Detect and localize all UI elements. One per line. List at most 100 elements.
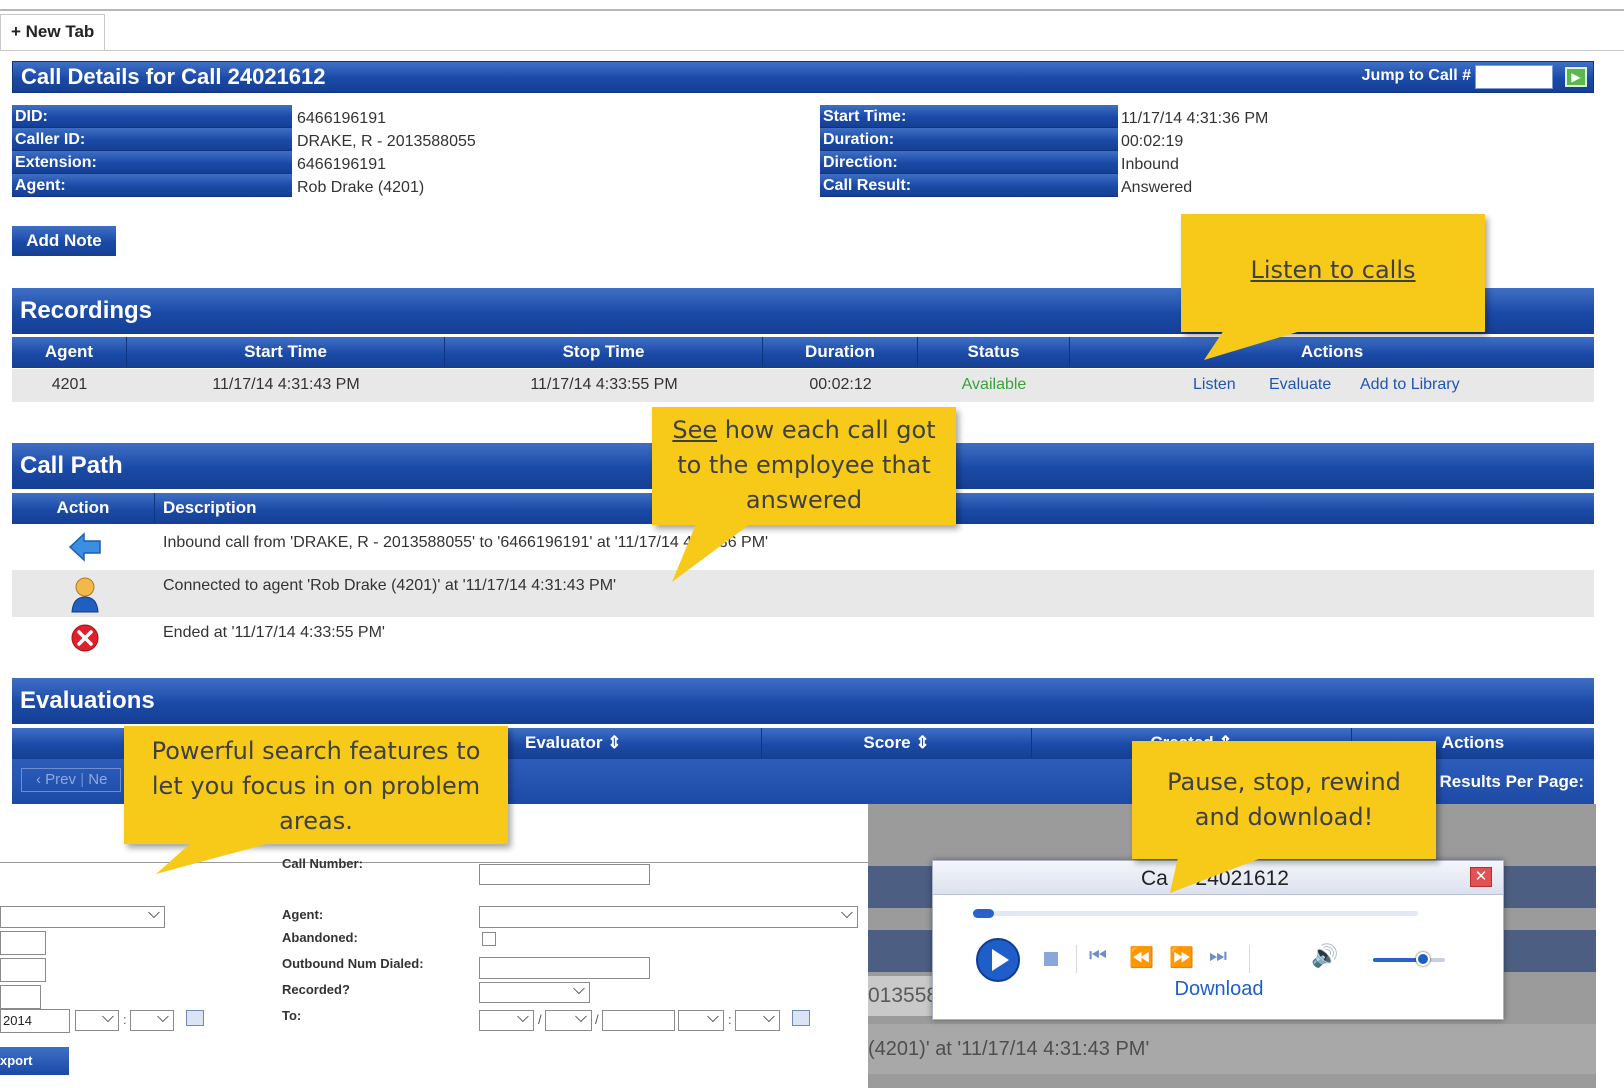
duration-value: 00:02:19 [1121,133,1184,150]
call-result-value: Answered [1121,179,1193,196]
details-left: DID: Caller ID: Extension: Agent: [12,105,292,197]
form-input-left-3[interactable] [0,985,41,1009]
evaluate-link[interactable]: Evaluate [1269,376,1331,394]
callout-player-text: Pause, stop, rewind and download! [1167,768,1401,831]
form-input-left-2[interactable] [0,958,46,982]
to-day-select[interactable] [545,1009,592,1031]
next-button[interactable]: Ne [88,771,107,788]
fast-forward-icon[interactable]: ⏩ [1169,945,1194,970]
skip-back-icon[interactable]: ⏮ [1089,945,1107,968]
col-score[interactable]: Score ⇕ [762,728,1032,758]
col-action: Action [12,493,155,523]
go-arrow-icon[interactable]: ▶ [1565,67,1587,87]
did-label: DID: [12,105,292,128]
recorded-label: Recorded? [282,982,350,997]
col-stop-time[interactable]: Stop Time [445,337,763,367]
details-right-values: 11/17/14 4:31:36 PM 00:02:19 Inbound Ans… [1121,107,1268,199]
end-call-x-icon [71,624,99,652]
callout-player: Pause, stop, rewind and download! [1132,741,1436,859]
time-colon: : [123,1012,127,1027]
col-duration[interactable]: Duration [763,337,918,367]
jump-to-call-input[interactable] [1475,65,1553,89]
skip-forward-icon[interactable]: ⏭ [1209,945,1227,968]
search-form: Call Number: 2014 : xport Agent: Abandon… [0,804,868,1088]
callout-search: Powerful search features to let you focu… [124,726,508,844]
progress-track[interactable] [973,909,1418,918]
stop-icon[interactable] [1044,952,1058,966]
call-number-input[interactable] [479,864,650,885]
close-icon[interactable]: ✕ [1470,867,1492,887]
recording-start: 11/17/14 4:31:43 PM [212,376,360,393]
separator [1249,945,1250,973]
new-tab-button[interactable]: + New Tab [0,14,106,50]
callout-call-path: See how each call got to the employee th… [652,407,956,525]
callout-search-text: Powerful search features to let you focu… [151,737,481,835]
pager: ‹ Prev | Ne [21,768,121,792]
download-link[interactable]: Download [933,978,1505,1001]
agent-value: Rob Drake (4201) [297,179,425,196]
volume-icon[interactable]: 🔊 [1311,943,1338,969]
to-year-input[interactable] [602,1010,675,1031]
evaluations-header: Evaluations [12,678,1594,724]
calendar-icon[interactable] [186,1010,204,1026]
extension-label: Extension: [12,151,292,174]
form-divider [0,862,868,863]
recording-stop: 11/17/14 4:33:55 PM [530,376,678,393]
outbound-input[interactable] [479,957,650,979]
col-status[interactable]: Status [918,337,1070,367]
form-input-left-1[interactable] [0,931,46,955]
add-note-button[interactable]: Add Note [12,226,116,256]
from-minute-select[interactable] [130,1009,174,1031]
volume-fill [1373,952,1431,966]
from-date-input[interactable]: 2014 [0,1009,70,1033]
date-slash: / [538,1012,542,1027]
abandoned-checkbox[interactable] [482,932,496,946]
to-hour-select[interactable] [678,1009,724,1031]
agent-label: Agent: [12,174,292,197]
time-colon: : [728,1012,732,1027]
extension-value: 6466196191 [297,156,386,173]
recordings-columns: Agent Start Time Stop Time Duration Stat… [12,337,1594,368]
agent-label: Agent: [282,907,324,922]
to-label: To: [282,1008,302,1023]
recordings-title: Recordings [20,297,153,324]
call-path-row: Ended at '11/17/14 4:33:55 PM' [12,617,1594,662]
callout-tail [672,524,750,582]
volume-knob[interactable] [1416,952,1431,966]
recording-duration: 00:02:12 [809,376,872,393]
results-per-page-label: Results Per Page: [1439,772,1584,791]
callout-tail [156,842,274,874]
col-start-time[interactable]: Start Time [127,337,445,367]
abandoned-label: Abandoned: [282,930,358,945]
recorded-select[interactable] [479,981,590,1003]
recording-agent: 4201 [51,376,88,393]
col-agent[interactable]: Agent [12,337,127,367]
from-hour-select[interactable] [75,1009,119,1031]
recording-row: 4201 11/17/14 4:31:43 PM 11/17/14 4:33:5… [12,369,1594,402]
form-select-left[interactable] [0,905,165,928]
volume-track[interactable] [1373,952,1445,966]
duration-label: Duration: [820,128,1118,151]
agent-select[interactable] [479,905,858,928]
play-icon[interactable] [975,937,1021,983]
date-slash: / [595,1012,599,1027]
calendar-icon[interactable] [792,1010,810,1026]
listen-link[interactable]: Listen [1193,376,1236,394]
caller-id-value: DRAKE, R - 2013588055 [297,133,476,150]
recording-status: Available [961,376,1027,393]
page-title: Call Details for Call 24021612 [21,64,326,89]
direction-label: Direction: [820,151,1118,174]
call-path-description: Ended at '11/17/14 4:33:55 PM' [163,624,385,641]
to-minute-select[interactable] [735,1009,780,1031]
call-path-title: Call Path [20,452,123,479]
prev-button[interactable]: ‹ Prev [36,771,76,788]
export-button[interactable]: xport [0,1047,69,1075]
callout-tail [1204,330,1304,360]
to-month-select[interactable] [479,1009,534,1031]
callout-tail [1170,857,1264,893]
add-to-library-link[interactable]: Add to Library [1360,376,1460,394]
call-details-title-bar: Call Details for Call 24021612 Jump to C… [12,61,1594,93]
rewind-icon[interactable]: ⏪ [1129,945,1154,970]
call-path-row: Inbound call from 'DRAKE, R - 2013588055… [12,525,1594,570]
separator [1076,945,1077,973]
